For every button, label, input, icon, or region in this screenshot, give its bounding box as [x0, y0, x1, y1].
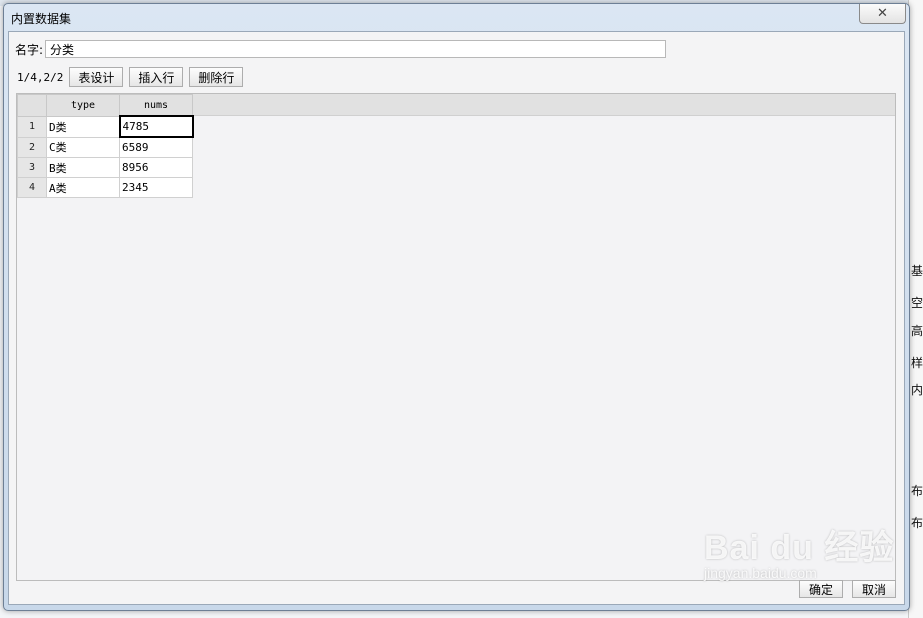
column-header-type[interactable]: type [46, 94, 120, 117]
nums-cell[interactable]: 2345 [119, 177, 193, 198]
nums-cell[interactable]: 8956 [119, 157, 193, 178]
type-cell[interactable]: D类 [46, 115, 120, 138]
background-text: 样 [911, 356, 923, 370]
dialog-content: 名字: 1/4,2/2 表设计 插入行 删除行 type nums [8, 31, 905, 605]
table-row: 2 C类 6589 [17, 136, 193, 158]
data-grid-area[interactable]: type nums 1 D类 4785 2 C类 6589 3 B类 8956 … [16, 93, 896, 581]
background-text: 空 [911, 296, 923, 310]
builtin-dataset-dialog: 内置数据集 ✕ 名字: 1/4,2/2 表设计 插入行 删除行 type num… [3, 3, 910, 611]
background-text: 高 [911, 324, 923, 338]
dialog-titlebar[interactable]: 内置数据集 ✕ [4, 4, 909, 30]
row-number[interactable]: 3 [17, 157, 47, 178]
ok-button[interactable]: 确定 [799, 580, 843, 598]
dialog-footer: 确定 取消 [790, 580, 896, 598]
type-cell[interactable]: B类 [46, 157, 120, 178]
background-app-panel: 基 空 高 样 内 布 布 [908, 0, 923, 618]
nums-cell-selected[interactable]: 4785 [118, 115, 194, 138]
background-text: 基 [911, 264, 923, 278]
close-button[interactable]: ✕ [859, 4, 906, 24]
table-row: 4 A类 2345 [17, 177, 193, 198]
row-number[interactable]: 4 [17, 177, 47, 198]
type-cell[interactable]: C类 [46, 136, 120, 158]
dialog-title: 内置数据集 [11, 12, 72, 26]
name-label: 名字: [15, 42, 44, 57]
grid-corner-cell[interactable] [17, 94, 47, 117]
nums-cell[interactable]: 6589 [119, 136, 193, 158]
data-grid: type nums 1 D类 4785 2 C类 6589 3 B类 8956 … [17, 94, 194, 198]
type-cell[interactable]: A类 [46, 177, 120, 198]
close-icon: ✕ [877, 6, 888, 21]
row-number[interactable]: 2 [17, 136, 47, 158]
name-row: 名字: [15, 39, 667, 59]
cancel-button[interactable]: 取消 [852, 580, 896, 598]
name-input[interactable] [45, 40, 667, 58]
table-row: 1 D类 4785 [17, 115, 194, 138]
toolbar: 1/4,2/2 表设计 插入行 删除行 [17, 67, 249, 87]
insert-row-button[interactable]: 插入行 [129, 67, 184, 87]
page-info: 1/4,2/2 [17, 70, 64, 84]
delete-row-button[interactable]: 删除行 [189, 67, 244, 87]
table-design-button[interactable]: 表设计 [69, 67, 124, 87]
column-header-nums[interactable]: nums [119, 94, 193, 117]
background-text: 内 [911, 383, 923, 397]
table-row: 3 B类 8956 [17, 157, 193, 178]
background-text: 布 [911, 516, 923, 530]
row-number[interactable]: 1 [17, 115, 47, 138]
background-text: 布 [911, 484, 923, 498]
